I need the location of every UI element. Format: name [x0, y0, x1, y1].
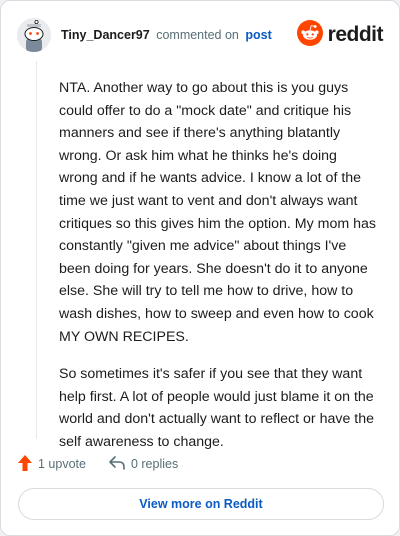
upvote-count: 1 upvote [38, 457, 86, 471]
reddit-logo-icon [296, 19, 323, 51]
replies-count: 0 replies [130, 457, 179, 471]
comment-actions: 1 upvote 0 replies [17, 454, 178, 474]
username-link[interactable]: Tiny_Dancer97 [61, 28, 150, 42]
comment-body: NTA. Another way to go about this is you… [59, 77, 377, 469]
upvote-button[interactable]: 1 upvote [17, 454, 86, 475]
reply-arrow-icon [108, 455, 131, 474]
comment-paragraph: NTA. Another way to go about this is you… [59, 80, 376, 345]
reddit-brand[interactable]: reddit [296, 19, 384, 51]
thread-line [36, 61, 37, 439]
replies-button[interactable]: 0 replies [108, 455, 178, 474]
snoo-avatar-icon[interactable] [17, 18, 51, 52]
reddit-wordmark: reddit [327, 23, 384, 46]
comment-paragraph: So sometimes it's safer if you see that … [59, 366, 375, 450]
comment-embed-card: Tiny_Dancer97 commented on post reddit N… [0, 0, 400, 536]
upvote-arrow-icon [17, 454, 38, 475]
post-link[interactable]: post [245, 28, 271, 42]
view-more-button[interactable]: View more on Reddit [18, 488, 384, 520]
comment-meta: Tiny_Dancer97 commented on post [61, 28, 272, 42]
comment-action-text: commented on [156, 28, 239, 42]
comment-header: Tiny_Dancer97 commented on post reddit [17, 17, 384, 53]
